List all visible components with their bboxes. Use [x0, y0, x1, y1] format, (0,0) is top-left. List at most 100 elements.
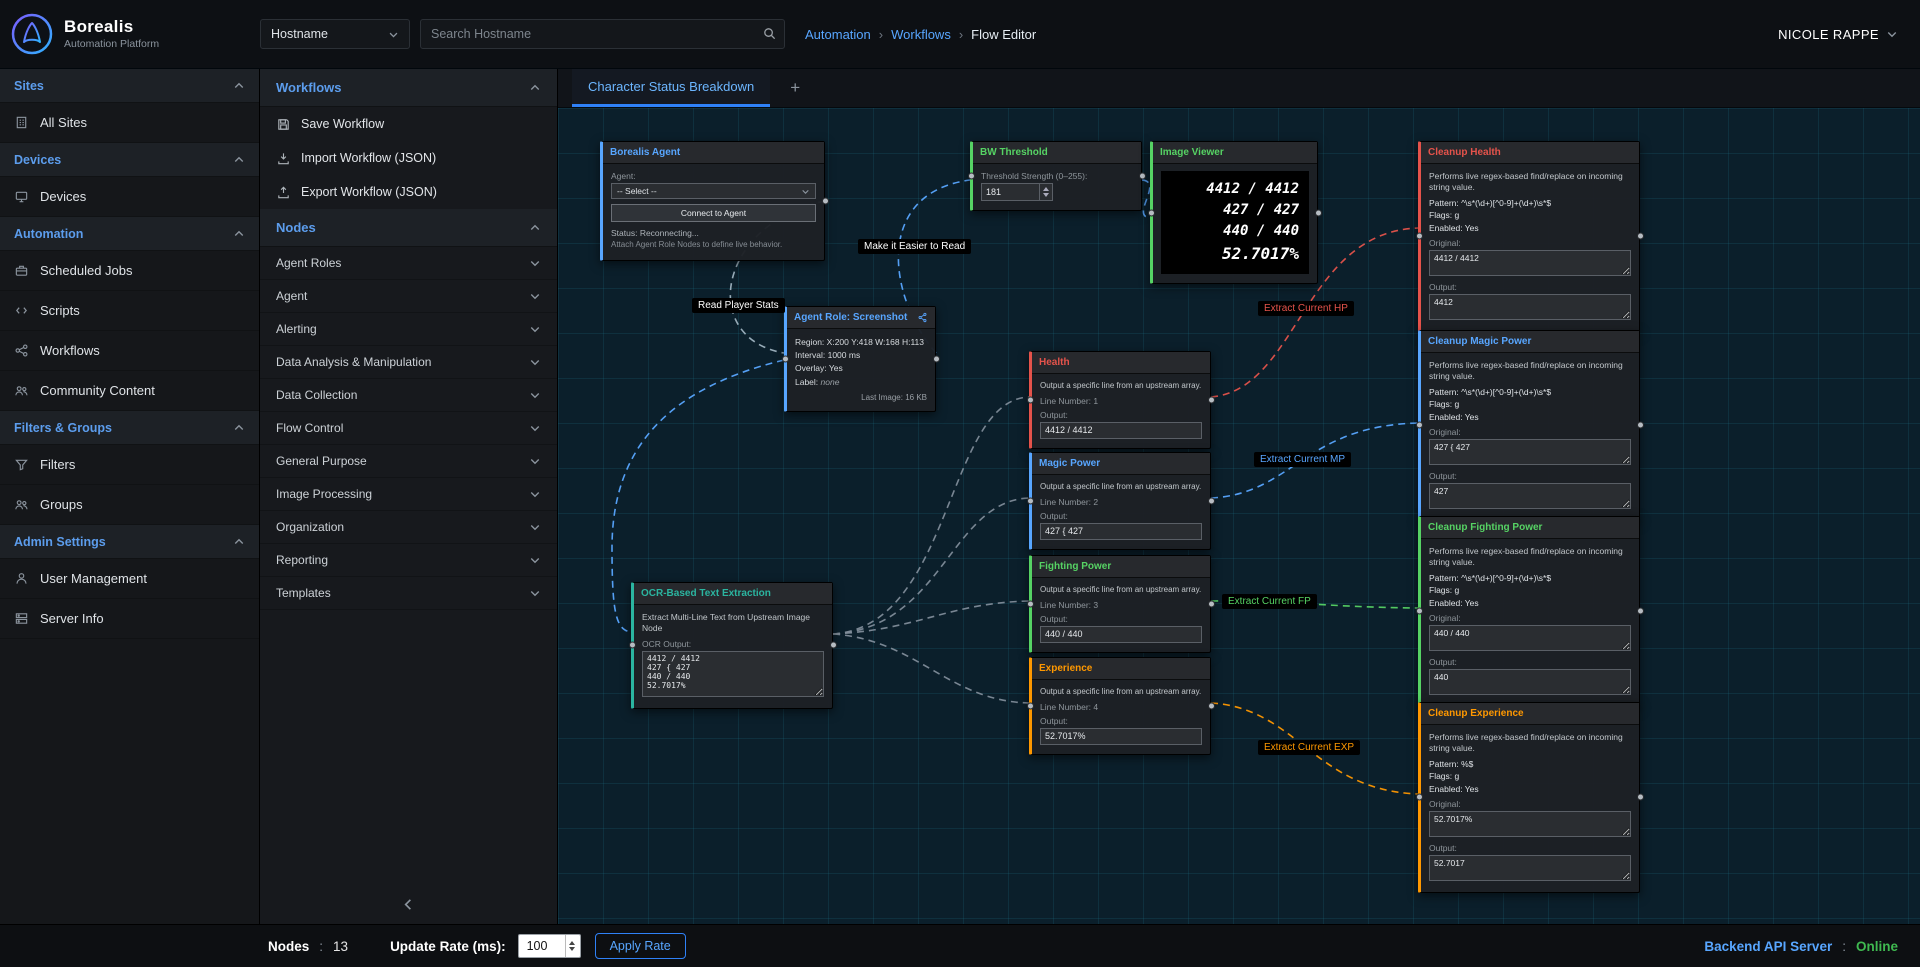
node-category-flow-control[interactable]: Flow Control	[260, 412, 557, 445]
node-cleanup-experience[interactable]: Cleanup Experience Performs live regex-b…	[1418, 702, 1640, 893]
sidebar-section-admin-settings[interactable]: Admin Settings	[0, 525, 259, 559]
node-category-reporting[interactable]: Reporting	[260, 544, 557, 577]
node-category-image-processing[interactable]: Image Processing	[260, 478, 557, 511]
node-header[interactable]: Cleanup Fighting Power	[1421, 517, 1639, 539]
output-handle[interactable]	[822, 197, 829, 204]
node-category-agent[interactable]: Agent	[260, 280, 557, 313]
output-textarea[interactable]: 4412	[1429, 294, 1631, 320]
import-workflow-button[interactable]: Import Workflow (JSON)	[260, 141, 557, 175]
output-handle[interactable]	[1637, 233, 1644, 240]
input-handle[interactable]	[1027, 600, 1034, 607]
collapse-panel-button[interactable]	[260, 885, 557, 924]
output-handle[interactable]	[1637, 794, 1644, 801]
update-rate-input[interactable]	[525, 938, 565, 954]
input-handle[interactable]	[1416, 608, 1423, 615]
save-workflow-button[interactable]: Save Workflow	[260, 107, 557, 141]
nodes-panel-header[interactable]: Nodes	[260, 209, 557, 247]
node-cleanup-health[interactable]: Cleanup Health Performs live regex-based…	[1418, 141, 1640, 332]
share-icon[interactable]	[917, 312, 928, 323]
output-handle[interactable]	[1208, 396, 1215, 403]
node-experience[interactable]: Experience Output a specific line from a…	[1029, 657, 1211, 755]
user-menu[interactable]: NICOLE RAPPE	[1778, 27, 1920, 42]
node-cleanup-fighting-power[interactable]: Cleanup Fighting Power Performs live reg…	[1418, 516, 1640, 707]
node-bw-threshold[interactable]: BW Threshold Threshold Strength (0–255):	[970, 141, 1142, 211]
node-image-viewer[interactable]: Image Viewer 4412 / 4412 427 / 427 440 /…	[1150, 141, 1318, 284]
breadcrumb-automation[interactable]: Automation	[805, 27, 871, 42]
line-output-input[interactable]	[1040, 728, 1202, 745]
breadcrumb-workflows[interactable]: Workflows	[891, 27, 951, 42]
original-textarea[interactable]: 4412 / 4412	[1429, 250, 1631, 276]
node-ocr-text-extraction[interactable]: OCR-Based Text Extraction Extract Multi-…	[631, 582, 833, 709]
spinner-buttons[interactable]	[565, 935, 578, 957]
original-textarea[interactable]: 440 / 440	[1429, 625, 1631, 651]
node-header[interactable]: BW Threshold	[973, 142, 1141, 164]
node-header[interactable]: Fighting Power	[1032, 556, 1210, 578]
export-workflow-button[interactable]: Export Workflow (JSON)	[260, 175, 557, 209]
sidebar-section-filters-groups[interactable]: Filters & Groups	[0, 411, 259, 445]
output-handle[interactable]	[1208, 600, 1215, 607]
node-category-general-purpose[interactable]: General Purpose	[260, 445, 557, 478]
original-textarea[interactable]: 427 { 427	[1429, 439, 1631, 465]
search-icon[interactable]	[762, 26, 777, 46]
sidebar-item-scheduled-jobs[interactable]: Scheduled Jobs	[0, 251, 259, 291]
node-header[interactable]: Cleanup Health	[1421, 142, 1639, 164]
output-handle[interactable]	[1637, 422, 1644, 429]
output-textarea[interactable]: 440	[1429, 669, 1631, 695]
sidebar-item-groups[interactable]: Groups	[0, 485, 259, 525]
input-handle[interactable]	[1027, 497, 1034, 504]
sidebar-item-all-sites[interactable]: All Sites	[0, 103, 259, 143]
line-output-input[interactable]	[1040, 422, 1202, 439]
node-category-agent-roles[interactable]: Agent Roles	[260, 247, 557, 280]
connect-to-ag ent-button[interactable]: Connect to Agent	[611, 204, 816, 222]
agent-select[interactable]: -- Select --	[611, 183, 816, 199]
input-handle[interactable]	[782, 355, 789, 362]
original-textarea[interactable]: 52.7017%	[1429, 811, 1631, 837]
node-health[interactable]: Health Output a specific line from an up…	[1029, 351, 1211, 449]
node-header[interactable]: Health	[1032, 352, 1210, 374]
output-handle[interactable]	[830, 642, 837, 649]
spinner-buttons[interactable]	[1039, 184, 1052, 200]
sidebar-item-filters[interactable]: Filters	[0, 445, 259, 485]
input-handle[interactable]	[968, 173, 975, 180]
add-tab-button[interactable]: +	[770, 69, 820, 107]
input-handle[interactable]	[1148, 209, 1155, 216]
node-header[interactable]: Image Viewer	[1153, 142, 1317, 164]
sidebar-item-community-content[interactable]: Community Content	[0, 371, 259, 411]
apply-rate-button[interactable]: Apply Rate	[595, 933, 686, 959]
output-handle[interactable]	[1208, 702, 1215, 709]
node-agent-role-screenshot[interactable]: Agent Role: Screenshot Region: X:200 Y:4…	[784, 306, 936, 412]
sidebar-item-server-info[interactable]: Server Info	[0, 599, 259, 639]
input-handle[interactable]	[1416, 233, 1423, 240]
line-output-input[interactable]	[1040, 523, 1202, 540]
node-header[interactable]: Cleanup Magic Power	[1421, 331, 1639, 353]
node-borealis-agent[interactable]: Borealis Agent Agent: -- Select -- Conne…	[600, 141, 825, 261]
node-magic-power[interactable]: Magic Power Output a specific line from …	[1029, 452, 1211, 550]
output-handle[interactable]	[1139, 173, 1146, 180]
node-category-templates[interactable]: Templates	[260, 577, 557, 610]
output-handle[interactable]	[1208, 497, 1215, 504]
tab-character-status-breakdown[interactable]: Character Status Breakdown	[572, 69, 770, 107]
input-handle[interactable]	[1416, 794, 1423, 801]
node-header[interactable]: OCR-Based Text Extraction	[634, 583, 832, 605]
input-handle[interactable]	[1416, 422, 1423, 429]
search-input[interactable]	[420, 19, 785, 49]
input-handle[interactable]	[629, 642, 636, 649]
ocr-output-textarea[interactable]: 4412 / 4412 427 { 427 440 / 440 52.7017%	[642, 651, 824, 697]
sidebar-item-devices[interactable]: Devices	[0, 177, 259, 217]
threshold-input[interactable]	[982, 187, 1039, 197]
output-handle[interactable]	[1315, 209, 1322, 216]
sidebar-item-user-management[interactable]: User Management	[0, 559, 259, 599]
hostname-dropdown[interactable]: Hostname	[260, 19, 410, 49]
sidebar-item-workflows[interactable]: Workflows	[0, 331, 259, 371]
sidebar-section-automation[interactable]: Automation	[0, 217, 259, 251]
line-output-input[interactable]	[1040, 626, 1202, 643]
node-header[interactable]: Experience	[1032, 658, 1210, 680]
node-category-alerting[interactable]: Alerting	[260, 313, 557, 346]
node-fighting-power[interactable]: Fighting Power Output a specific line fr…	[1029, 555, 1211, 653]
output-handle[interactable]	[1637, 608, 1644, 615]
input-handle[interactable]	[1027, 396, 1034, 403]
workflows-panel-header[interactable]: Workflows	[260, 69, 557, 107]
node-category-data-collection[interactable]: Data Collection	[260, 379, 557, 412]
node-header[interactable]: Magic Power	[1032, 453, 1210, 475]
output-textarea[interactable]: 52.7017	[1429, 855, 1631, 881]
